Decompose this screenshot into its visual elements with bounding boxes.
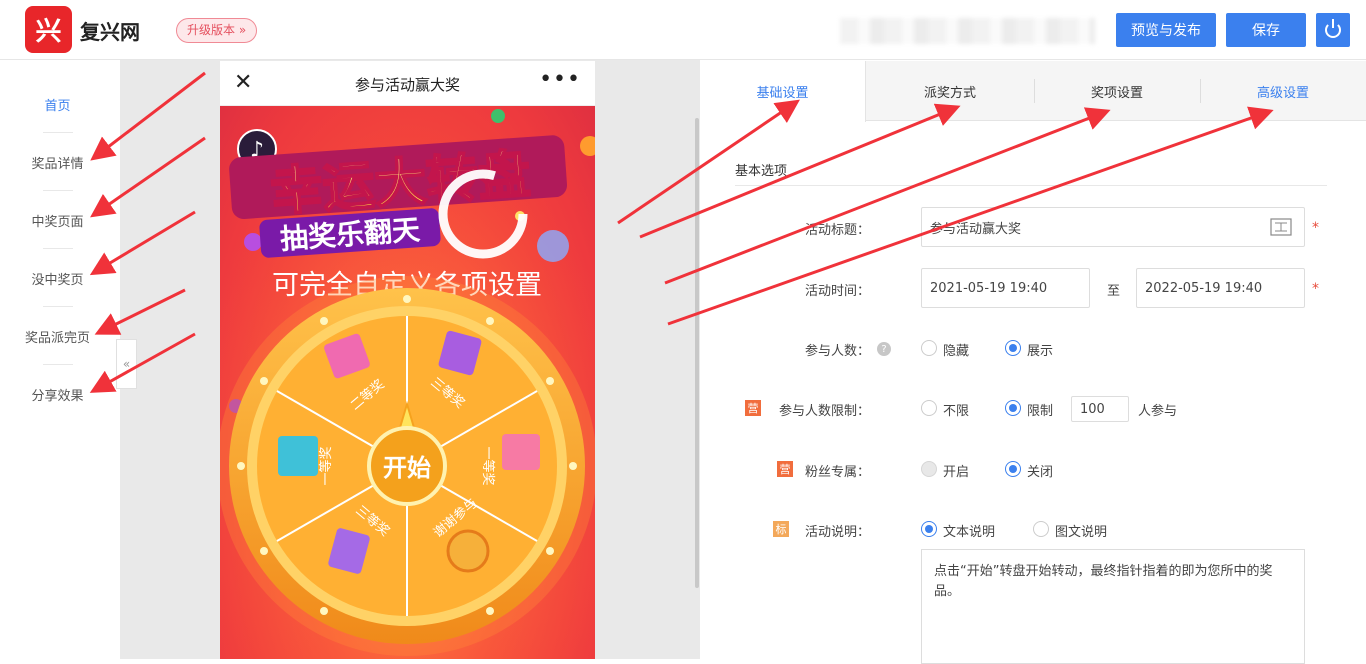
- phone-content: ♪ 幸运大转盘 抽奖乐翻天 可完全自定义各项设置 二等奖 三等奖 一等奖 一等奖…: [220, 106, 595, 659]
- fans-on-radio[interactable]: [921, 461, 937, 477]
- nav-item-prize-details[interactable]: 奖品详情: [0, 153, 115, 172]
- smile-icon: [446, 529, 490, 573]
- decor-dot: [244, 233, 262, 251]
- nav-item-win-page[interactable]: 中奖页面: [0, 211, 115, 230]
- blurred-account-info: [840, 18, 1095, 44]
- desc-text-radio[interactable]: [921, 521, 937, 537]
- nav-item-home[interactable]: 首页: [0, 95, 115, 114]
- chevron-left-icon: «: [122, 357, 131, 371]
- limit-none-radio[interactable]: [921, 400, 937, 416]
- text-format-icon[interactable]: [1270, 218, 1292, 236]
- section-title: 基本选项: [735, 164, 788, 179]
- fans-off-radio[interactable]: [1005, 461, 1021, 477]
- preview-publish-button[interactable]: 预览与发布: [1116, 13, 1216, 47]
- nav-divider: [43, 190, 73, 191]
- fans-off-label: 关闭: [1027, 465, 1054, 480]
- nav-divider: [43, 248, 73, 249]
- decor-dot: [491, 109, 505, 123]
- fans-only-label: 粉丝专属：: [804, 465, 870, 480]
- section-divider: [735, 185, 1327, 186]
- preview-scrollbar[interactable]: [695, 118, 699, 588]
- gift-icon: [278, 436, 318, 476]
- brand-name: 复兴网: [80, 20, 140, 44]
- nav-divider: [43, 306, 73, 307]
- start-time-input[interactable]: 2021-05-19 19:40: [921, 268, 1090, 308]
- nav-item-lose-page[interactable]: 没中奖页: [0, 269, 115, 288]
- lucky-wheel-banner: ♪ 幸运大转盘 抽奖乐翻天 可完全自定义各项设置 二等奖 三等奖 一等奖 一等奖…: [220, 106, 595, 659]
- activity-desc-textarea[interactable]: 点击“开始”转盘开始转动，最终指针指着的即为您所中的奖品。: [921, 549, 1305, 664]
- more-icon[interactable]: •••: [539, 67, 581, 92]
- activity-title-label: 活动标题：: [804, 223, 870, 238]
- desc-image-radio[interactable]: [1033, 521, 1049, 537]
- limit-yes-radio[interactable]: [1005, 400, 1021, 416]
- collapse-sidebar-button[interactable]: «: [116, 339, 137, 389]
- start-button-label: 开始: [383, 454, 431, 482]
- wheel-label: 一等奖: [480, 446, 496, 485]
- wheel-label: 一等奖: [318, 446, 334, 485]
- tab-prize-settings[interactable]: 奖项设置: [1034, 61, 1200, 121]
- activity-desc-label: 活动说明：: [804, 525, 870, 540]
- required-marker: *: [1312, 281, 1319, 297]
- count-hide-label: 隐藏: [943, 344, 970, 359]
- activity-title-input[interactable]: 参与活动赢大奖: [921, 207, 1305, 247]
- tab-basic-settings[interactable]: 基础设置: [700, 61, 866, 122]
- time-separator: 至: [1107, 284, 1121, 299]
- limit-suffix: 人参与: [1138, 404, 1178, 419]
- count-show-label: 展示: [1027, 344, 1054, 359]
- tab-advanced-settings[interactable]: 高级设置: [1200, 61, 1366, 121]
- brand-logo-glyph: 兴: [35, 17, 62, 47]
- power-icon: [1325, 19, 1341, 38]
- activity-title-value: 参与活动赢大奖: [930, 221, 1022, 237]
- fans-on-label: 开启: [943, 465, 970, 480]
- marketing-tag-icon: 营: [745, 400, 761, 416]
- count-hide-radio[interactable]: [921, 340, 937, 356]
- limit-yes-label: 限制: [1027, 404, 1054, 419]
- count-show-radio[interactable]: [1005, 340, 1021, 356]
- settings-tabs: 基础设置 派奖方式 奖项设置 高级设置: [700, 61, 1366, 122]
- tab-award-method[interactable]: 派奖方式: [866, 61, 1034, 121]
- decor-dot: [537, 230, 569, 262]
- brand-logo[interactable]: 兴: [25, 6, 72, 53]
- nav-item-prize-out-page[interactable]: 奖品派完页: [0, 327, 115, 346]
- participant-limit-label: 参与人数限制：: [778, 404, 870, 419]
- limit-none-label: 不限: [943, 404, 970, 419]
- help-icon[interactable]: ?: [877, 342, 891, 356]
- arrow: [664, 107, 1111, 285]
- limit-count-input[interactable]: 100: [1071, 396, 1129, 422]
- nav-divider: [43, 132, 73, 133]
- required-marker: *: [1312, 220, 1319, 236]
- desc-image-label: 图文说明: [1055, 525, 1108, 540]
- prize-wheel: 二等奖 三等奖 一等奖 一等奖 谢谢参与 三等奖 开始: [220, 276, 595, 656]
- activity-time-label: 活动时间：: [804, 284, 870, 299]
- top-bar: 兴 复兴网 升级版本 » 预览与发布 保存: [0, 0, 1366, 60]
- left-nav: 首页 奖品详情 中奖页面 没中奖页 奖品派完页 分享效果: [0, 60, 120, 659]
- participant-count-label: 参与人数：: [804, 344, 870, 359]
- desc-text-label: 文本说明: [943, 525, 996, 540]
- end-time-input[interactable]: 2022-05-19 19:40: [1136, 268, 1305, 308]
- gift-icon: [502, 434, 540, 470]
- logout-button[interactable]: [1316, 13, 1350, 47]
- upgrade-version-button[interactable]: 升级版本 »: [176, 18, 258, 43]
- phone-header: ✕ 参与活动赢大奖 •••: [220, 61, 595, 106]
- nav-divider: [43, 364, 73, 365]
- nav-item-share-effect[interactable]: 分享效果: [0, 385, 115, 404]
- save-button[interactable]: 保存: [1226, 13, 1306, 47]
